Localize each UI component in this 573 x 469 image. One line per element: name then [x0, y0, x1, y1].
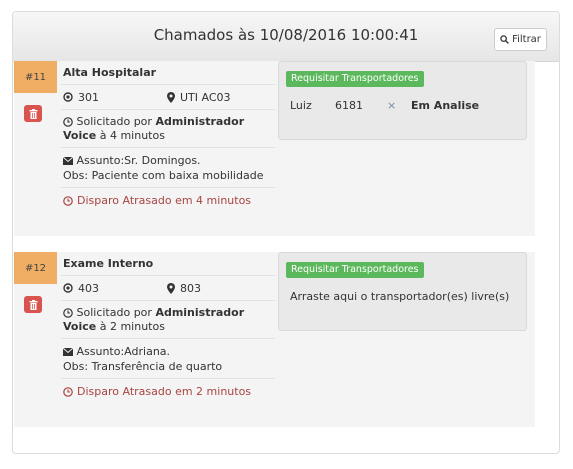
clock-icon: [63, 117, 73, 127]
room-number: 403: [78, 281, 99, 295]
clock-icon: [63, 386, 73, 397]
ticket-subject: Assunto:Sr. Domingos.: [76, 154, 201, 167]
delay-warning: Disparo Atrasado em 2 minutos: [61, 379, 275, 398]
requested-info: Solicitado por Administrador Voice à 4 m…: [61, 110, 275, 148]
ticket-card: #11 Alta Hospitalar 301 UTI AC03 Solicit…: [14, 61, 535, 236]
page-title: Chamados às 10/08/2016 10:00:41: [153, 26, 419, 44]
transporter-dropzone[interactable]: Requisitar Transportadores Luiz 6181 × E…: [278, 61, 527, 140]
delete-ticket-button[interactable]: [24, 105, 42, 122]
envelope-icon: [63, 157, 73, 165]
ticket-notes: Assunto:Sr. Domingos. Obs: Paciente com …: [61, 148, 275, 188]
ticket-number: #12: [14, 252, 57, 284]
delay-warning: Disparo Atrasado em 4 minutos: [61, 188, 275, 207]
room-number: 301: [78, 90, 99, 104]
request-transporters-button[interactable]: Requisitar Transportadores: [286, 71, 424, 87]
room-item: 403: [63, 282, 167, 295]
ticket-rooms: 301 UTI AC03: [61, 85, 275, 110]
search-icon: [500, 35, 509, 44]
transporter-dropzone[interactable]: Requisitar Transportadores Arraste aqui …: [278, 252, 527, 331]
requested-info: Solicitado por Administrador Voice à 2 m…: [61, 301, 275, 339]
ticket-details: Alta Hospitalar 301 UTI AC03 Solicitado …: [61, 61, 275, 207]
ticket-number: #11: [14, 61, 57, 93]
requested-suffix: à 2 minutos: [96, 320, 165, 333]
room-item: 301: [63, 91, 167, 104]
target-icon: [63, 92, 73, 102]
transporter-status: Em Analise: [411, 99, 480, 112]
requested-prefix: Solicitado por: [76, 306, 156, 319]
map-marker-icon: [167, 282, 175, 294]
ticket-title: Alta Hospitalar: [61, 61, 275, 85]
transporter-code: 6181: [335, 99, 363, 112]
ticket-title: Exame Interno: [61, 252, 275, 276]
delete-ticket-button[interactable]: [24, 296, 42, 313]
transporter-row: Luiz 6181 × Em Analise: [290, 99, 518, 112]
location-name: UTI AC03: [180, 90, 231, 104]
requested-suffix: à 4 minutos: [96, 129, 165, 142]
ticket-obs: Obs: Paciente com baixa mobilidade: [63, 169, 264, 182]
clock-icon: [63, 195, 73, 206]
request-transporters-button[interactable]: Requisitar Transportadores: [286, 262, 424, 278]
filter-button[interactable]: Filtrar: [494, 28, 547, 51]
target-icon: [63, 283, 73, 293]
drop-hint: Arraste aqui o transportador(es) livre(s…: [290, 290, 510, 303]
ticket-notes: Assunto:Adriana. Obs: Transferência de q…: [61, 339, 275, 379]
location-item: UTI AC03: [167, 91, 271, 104]
ticket-card: #12 Exame Interno 403 803 Solicitado por…: [14, 252, 535, 427]
trash-icon: [29, 299, 37, 310]
envelope-icon: [63, 348, 73, 356]
transporter-name: Luiz: [290, 99, 312, 112]
location-item: 803: [167, 282, 271, 295]
ticket-subject: Assunto:Adriana.: [76, 345, 171, 358]
trash-icon: [29, 108, 37, 119]
delay-text: Disparo Atrasado em 2 minutos: [77, 385, 252, 398]
location-name: 803: [180, 281, 201, 295]
map-marker-icon: [167, 91, 175, 103]
requested-prefix: Solicitado por: [76, 115, 156, 128]
clock-icon: [63, 308, 73, 318]
ticket-details: Exame Interno 403 803 Solicitado por Adm…: [61, 252, 275, 398]
delay-text: Disparo Atrasado em 4 minutos: [77, 194, 252, 207]
ticket-rooms: 403 803: [61, 276, 275, 301]
panel-header: Chamados às 10/08/2016 10:00:41 Filtrar: [13, 12, 559, 62]
filter-label: Filtrar: [512, 34, 541, 45]
remove-transporter-button[interactable]: ×: [387, 99, 411, 112]
ticket-obs: Obs: Transferência de quarto: [63, 360, 223, 373]
